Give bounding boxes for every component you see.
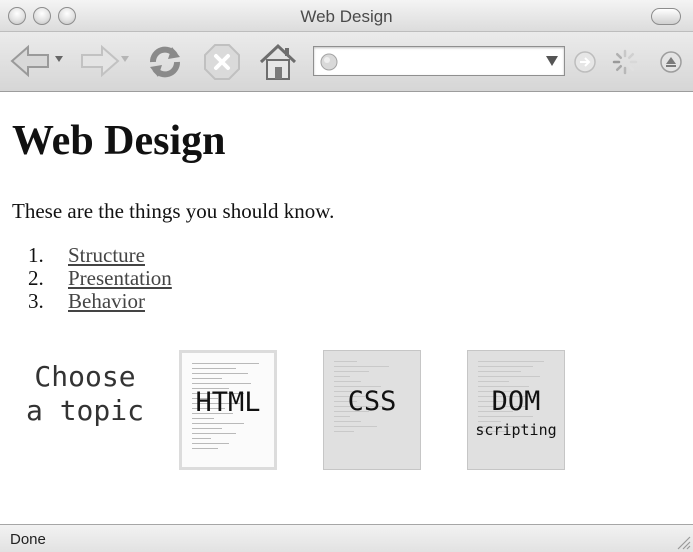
reload-button[interactable] [145, 42, 185, 82]
search-button[interactable] [660, 51, 682, 73]
dropdown-arrow-icon[interactable] [546, 56, 558, 66]
list-number: 2. [28, 266, 44, 290]
dom-scripting-thumbnail[interactable]: DOM scripting [467, 350, 565, 470]
intro-text: These are the things you should know. [12, 199, 335, 223]
home-icon [259, 43, 297, 80]
back-arrow-icon [10, 44, 49, 78]
url-input[interactable] [344, 50, 534, 72]
home-button[interactable] [258, 42, 298, 82]
list-item: 2. Presentation [28, 267, 172, 290]
list-number: 3. [28, 289, 44, 313]
loading-spinner-icon [612, 49, 638, 75]
thumbnail-label: DOM [491, 386, 541, 417]
thumbnail-sublabel: scripting [475, 421, 557, 439]
resize-grip-icon[interactable] [675, 534, 691, 550]
reload-icon [150, 46, 180, 78]
forward-button[interactable] [78, 44, 120, 78]
title-bar: Web Design [0, 0, 693, 32]
stop-icon [204, 44, 240, 80]
link-behavior[interactable]: Behavior [68, 290, 145, 313]
toolbar-toggle-button[interactable] [651, 8, 681, 25]
back-menu-arrow-icon[interactable] [55, 56, 63, 62]
back-button[interactable] [10, 44, 52, 78]
thumbnail-label: CSS [347, 386, 397, 417]
browser-toolbar [0, 32, 693, 92]
html-thumbnail[interactable]: HTML [179, 350, 277, 470]
link-presentation[interactable]: Presentation [68, 267, 172, 290]
page-title: Web Design [12, 118, 226, 164]
status-bar: Done [0, 524, 693, 552]
choose-line-1: Choose [34, 360, 136, 393]
page-content: Web Design These are the things you shou… [0, 93, 693, 523]
choose-line-2: a topic [25, 394, 144, 427]
link-structure[interactable]: Structure [68, 244, 145, 267]
topics-list: 1. Structure 2. Presentation 3. Behavior [28, 244, 172, 313]
thumbnail-label: HTML [195, 387, 261, 418]
forward-menu-arrow-icon[interactable] [121, 56, 129, 62]
window-title: Web Design [300, 7, 393, 26]
stop-button[interactable] [203, 43, 241, 81]
address-bar[interactable] [313, 46, 565, 76]
choose-topic-label: Choose a topic [20, 360, 150, 428]
list-item: 1. Structure [28, 244, 172, 267]
status-text: Done [10, 531, 46, 548]
css-thumbnail[interactable]: CSS [323, 350, 421, 470]
forward-arrow-icon [81, 44, 120, 78]
loading-spinner [612, 49, 638, 75]
list-item: 3. Behavior [28, 290, 172, 313]
go-button[interactable] [574, 51, 596, 73]
list-number: 1. [28, 243, 44, 267]
search-icon [660, 51, 682, 73]
go-arrow-icon [574, 51, 596, 73]
globe-icon [320, 53, 338, 71]
